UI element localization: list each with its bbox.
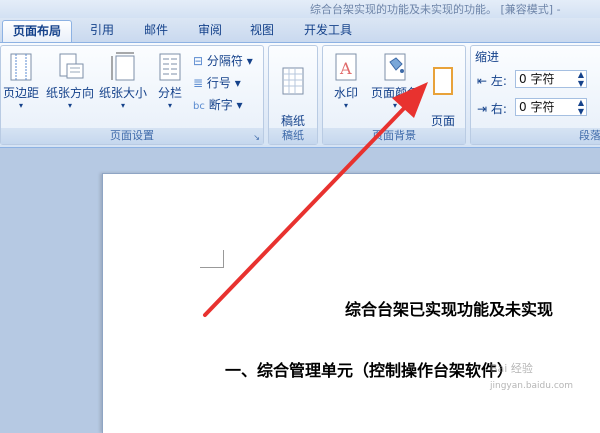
annotation-arrow-icon [203, 82, 428, 317]
